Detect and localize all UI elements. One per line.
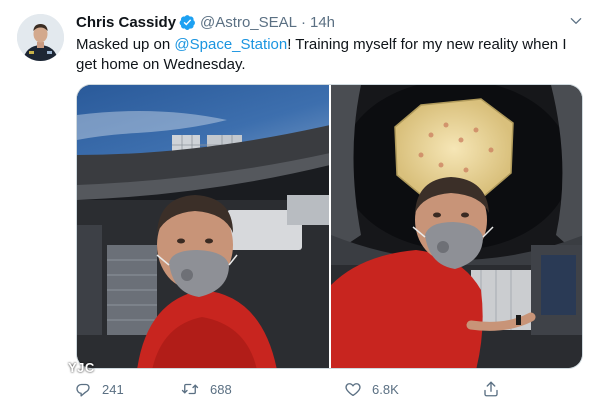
retweet-count: 688 bbox=[210, 381, 232, 397]
reply-icon bbox=[74, 380, 92, 398]
tweet-card[interactable]: Chris Cassidy @Astro_SEAL · 14h Masked u… bbox=[0, 0, 593, 410]
timestamp[interactable]: 14h bbox=[310, 14, 335, 31]
verified-badge-icon bbox=[179, 14, 196, 31]
like-count: 6.8K bbox=[372, 381, 399, 397]
author-handle[interactable]: @Astro_SEAL bbox=[200, 14, 297, 31]
like-icon bbox=[344, 380, 362, 398]
reply-button[interactable]: 241 bbox=[74, 378, 124, 400]
media-photo-left[interactable] bbox=[77, 85, 329, 368]
avatar[interactable] bbox=[17, 14, 64, 61]
yjc-logo-icon bbox=[29, 351, 62, 382]
tweet-header: Chris Cassidy @Astro_SEAL · 14h bbox=[76, 12, 335, 32]
tweet-actions: 241 688 6.8K bbox=[72, 378, 512, 400]
mention-link[interactable]: @Space_Station bbox=[174, 36, 287, 53]
like-button[interactable]: 6.8K bbox=[344, 378, 399, 400]
caret-down-icon[interactable] bbox=[565, 10, 587, 32]
tweet-text-before: Masked up on bbox=[76, 36, 175, 53]
share-button[interactable] bbox=[482, 378, 500, 400]
retweet-button[interactable]: 688 bbox=[180, 378, 232, 400]
media-photo-right[interactable] bbox=[330, 85, 582, 368]
separator-dot: · bbox=[300, 13, 306, 31]
author-name[interactable]: Chris Cassidy bbox=[76, 14, 176, 31]
reply-count: 241 bbox=[102, 381, 124, 397]
retweet-icon bbox=[180, 380, 200, 398]
watermark-text: YJC bbox=[68, 359, 95, 375]
tweet-text: Masked up on @Space_Station! Training my… bbox=[76, 35, 581, 75]
media-grid bbox=[76, 84, 583, 369]
share-icon bbox=[482, 380, 500, 398]
